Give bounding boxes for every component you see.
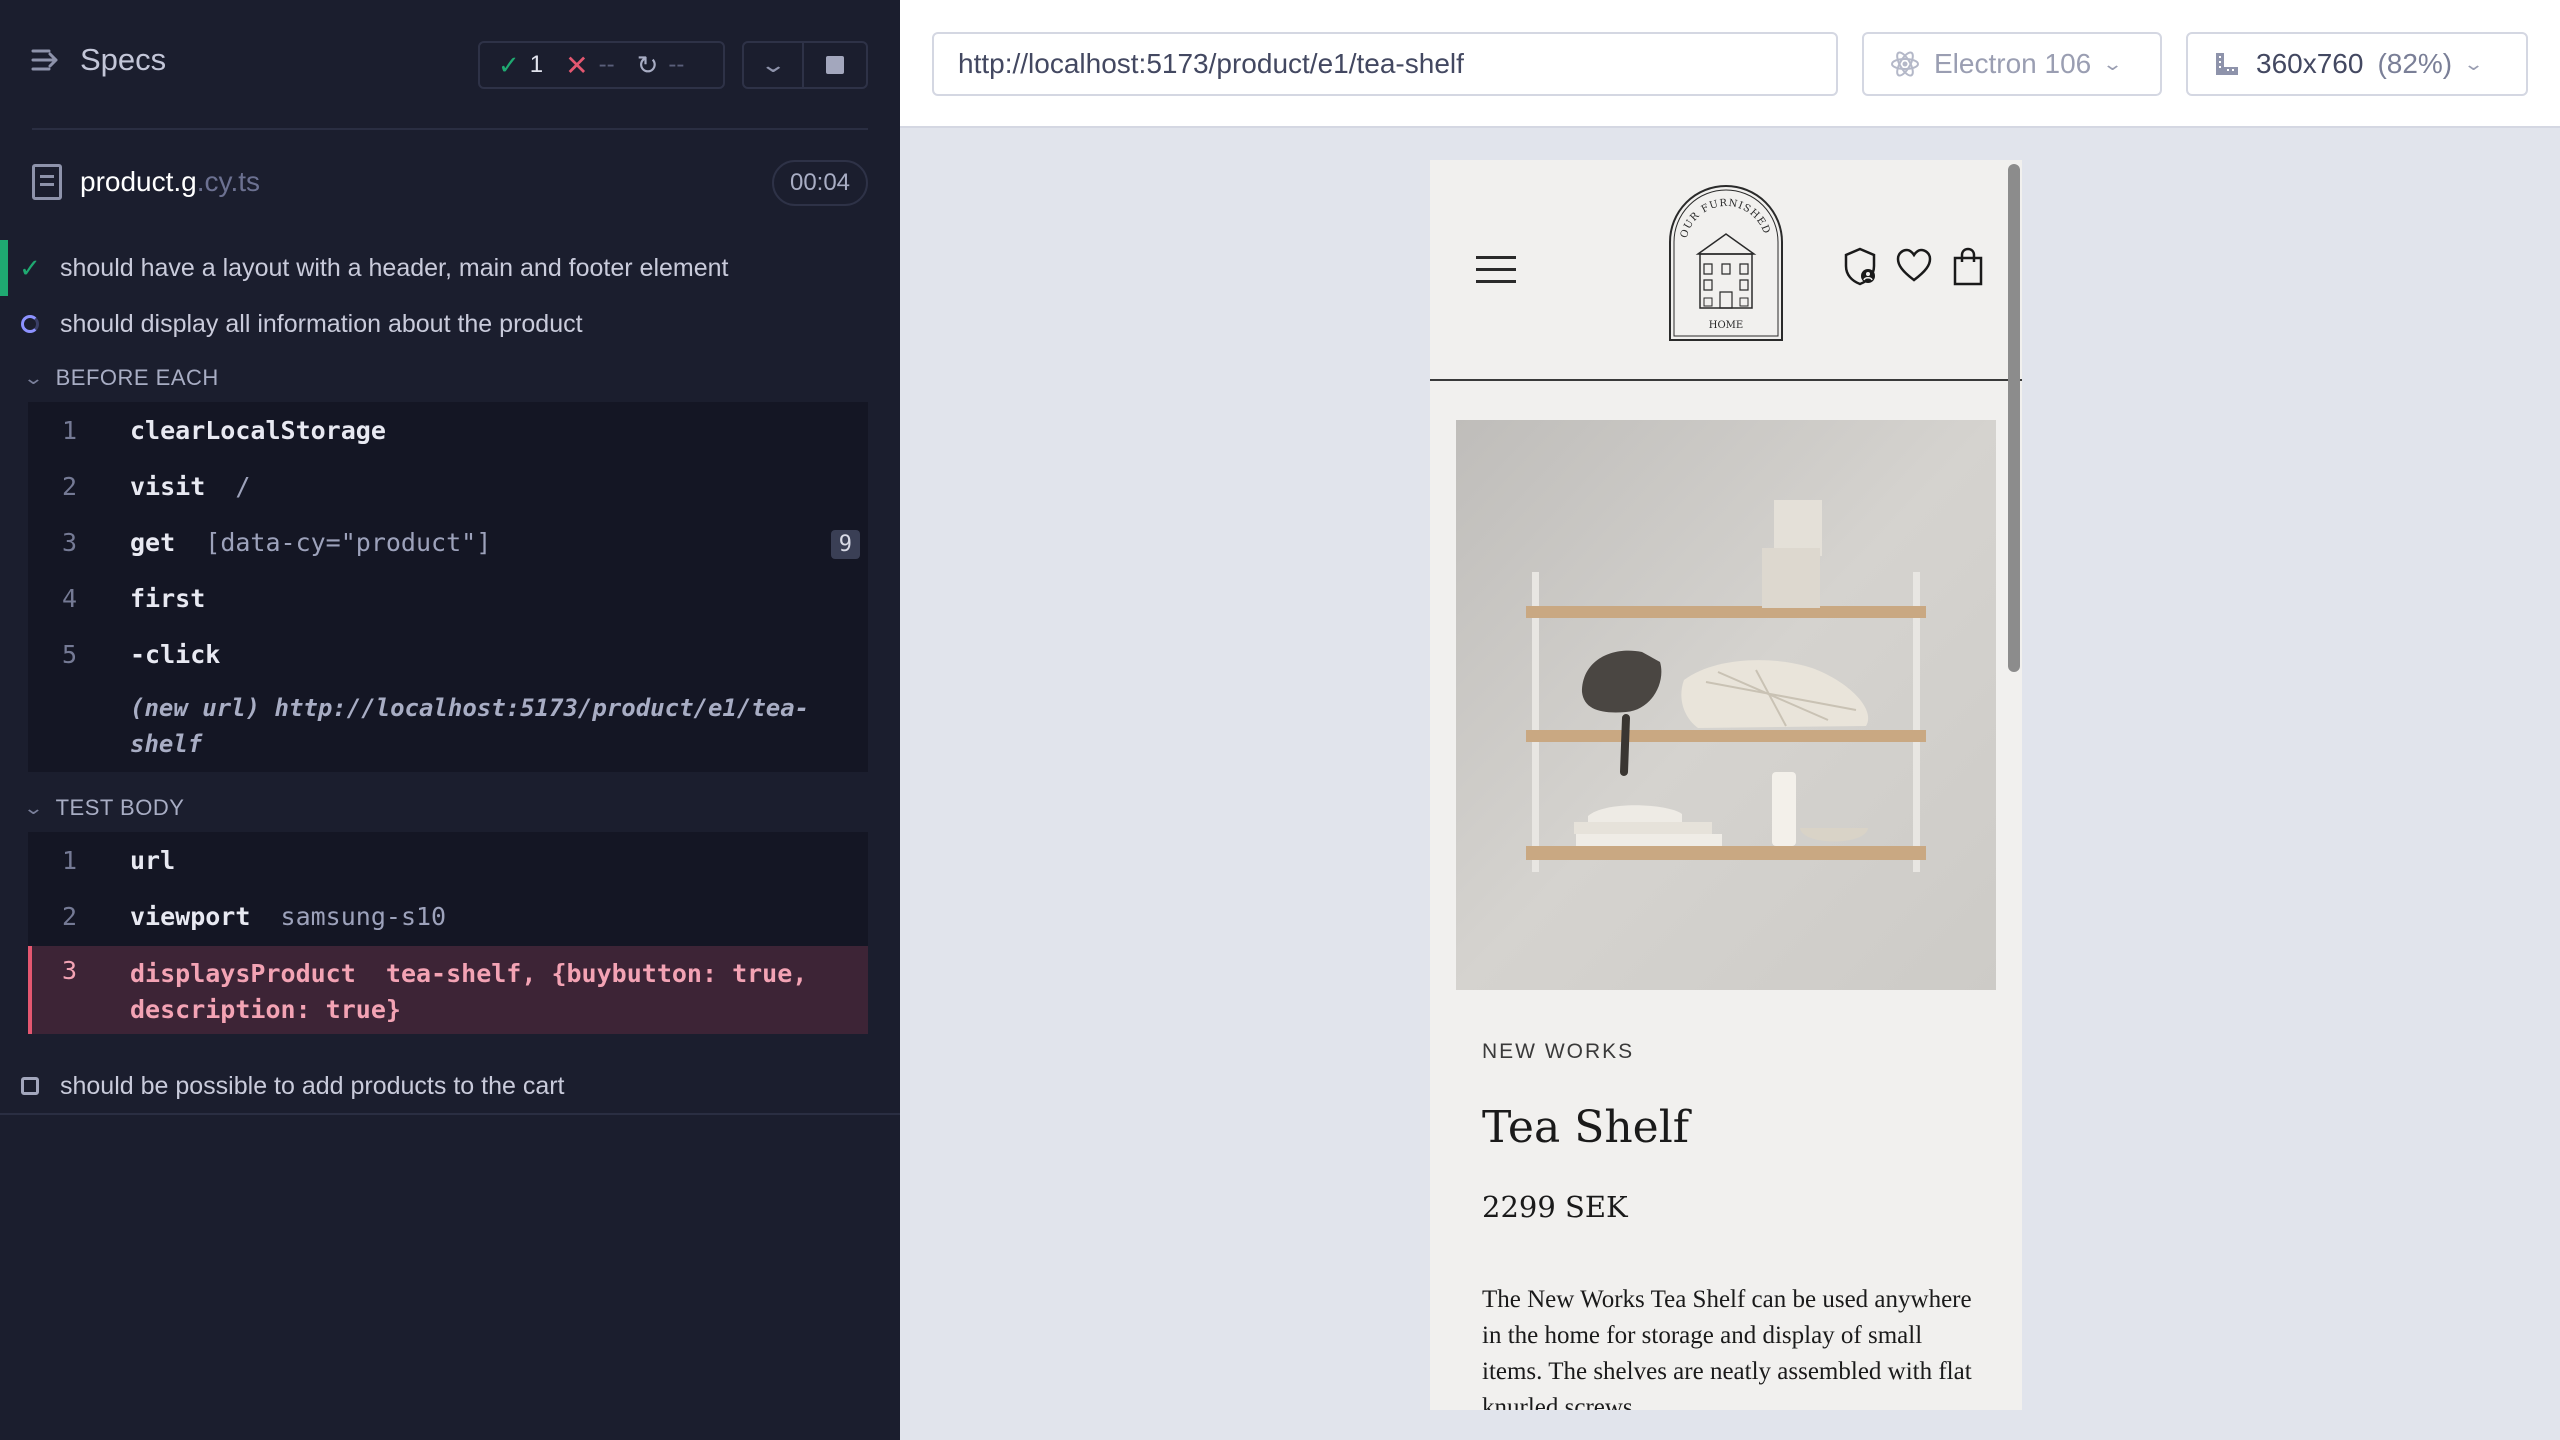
specs-list-icon: [31, 49, 58, 71]
product-image: [1456, 420, 1996, 990]
house-logo-icon: OUR FURNISHED HOME: [1669, 185, 1783, 341]
header-icons: [1842, 246, 1986, 286]
product-category: NEW WORKS: [1482, 1040, 1635, 1063]
before-each-commands: 1 clearLocalStorage 2 visit / 3 get [dat…: [28, 402, 868, 772]
scrollbar[interactable]: [2008, 164, 2020, 672]
chevron-down-icon: ⌄: [759, 52, 787, 77]
browser-selector[interactable]: Electron 106 ⌄: [1862, 32, 2162, 96]
site-logo[interactable]: OUR FURNISHED HOME: [1668, 184, 1784, 342]
check-icon: ✓: [19, 252, 41, 283]
pending-count: --: [668, 51, 685, 78]
pending-icon: [21, 1077, 39, 1095]
electron-icon: [1891, 51, 1919, 77]
duration-badge: 00:04: [772, 160, 868, 206]
stop-button[interactable]: [804, 41, 868, 89]
reporter-divider: [0, 1113, 900, 1115]
viewport-selector[interactable]: 360x760 (82%) ⌄: [2186, 32, 2528, 96]
running-icon: [21, 315, 39, 333]
test-body-header[interactable]: ⌄ TEST BODY: [22, 790, 184, 826]
app-viewport: OUR FURNISHED HOME NEW WORKS Tea Shelf 2…: [1430, 160, 2022, 1410]
reporter-panel: Specs ✓ 1 ✕ -- ↻ -- ⌄ product.g.cy.ts 00…: [0, 0, 900, 1440]
stats-summary: ✓ 1 ✕ -- ↻ --: [478, 41, 725, 89]
header-divider: [32, 128, 868, 130]
chevron-down-icon: ⌄: [22, 797, 45, 818]
chevron-down-icon: ⌄: [2463, 53, 2485, 74]
document-icon: [32, 164, 62, 200]
spec-file-name: product.g.cy.ts: [80, 166, 261, 197]
before-each-header[interactable]: ⌄ BEFORE EACH: [22, 360, 219, 396]
product-price: 2299 SEK: [1482, 1190, 1628, 1224]
test-title: should have a layout with a header, main…: [60, 253, 729, 282]
expand-toggle-button[interactable]: ⌄: [742, 41, 804, 89]
test-row-pending[interactable]: should be possible to add products to th…: [0, 1058, 900, 1114]
test-title: should display all information about the…: [60, 309, 583, 338]
command-row-failed[interactable]: 3 displaysProduct tea-shelf, {buybutton:…: [28, 946, 868, 1034]
site-header: OUR FURNISHED HOME: [1430, 160, 2022, 381]
chevron-down-icon: ⌄: [22, 367, 45, 388]
specs-title: Specs: [80, 42, 167, 77]
test-title: should be possible to add products to th…: [60, 1071, 565, 1100]
product-title: Tea Shelf: [1482, 1102, 1690, 1153]
spec-file-row[interactable]: product.g.cy.ts 00:04: [0, 150, 900, 216]
test-row-passed[interactable]: ✓ should have a layout with a header, ma…: [0, 240, 900, 296]
viewport-zoom: (82%): [2377, 48, 2453, 79]
x-icon: ✕: [565, 49, 589, 81]
aut-header: http://localhost:5173/product/e1/tea-she…: [900, 0, 2560, 128]
ruler-icon: [2216, 53, 2238, 75]
svg-text:OUR FURNISHED: OUR FURNISHED: [1679, 198, 1772, 240]
test-body-commands: 1 url 2 viewport samsung-s10 3 displaysP…: [28, 832, 868, 1034]
aut-url-field[interactable]: http://localhost:5173/product/e1/tea-she…: [932, 32, 1838, 96]
reporter-header: Specs ✓ 1 ✕ -- ↻ -- ⌄: [0, 0, 900, 130]
test-row-running[interactable]: should display all information about the…: [0, 296, 900, 352]
failed-stat: ✕ --: [565, 49, 614, 82]
failed-count: --: [598, 51, 615, 78]
check-icon: ✓: [498, 49, 520, 80]
viewport-size: 360x760: [2256, 48, 2364, 79]
chevron-down-icon: ⌄: [2102, 53, 2124, 74]
svg-text:HOME: HOME: [1709, 320, 1743, 331]
command-row[interactable]: 3 get [data-cy="product"] 9: [28, 528, 868, 568]
product-description: The New Works Tea Shelf can be used anyw…: [1482, 1286, 1972, 1410]
specs-toggle[interactable]: Specs: [30, 42, 166, 78]
hamburger-menu-icon[interactable]: [1476, 256, 1516, 284]
new-url-event[interactable]: (new url) http://localhost:5173/product/…: [130, 690, 850, 762]
passed-count: 1: [529, 51, 544, 78]
shield-account-icon[interactable]: [1842, 246, 1878, 286]
pending-stat: ↻ --: [637, 50, 685, 81]
element-count-badge: 9: [830, 530, 860, 559]
passed-stat: ✓ 1: [498, 50, 543, 81]
stop-icon: [826, 56, 844, 74]
spinner-icon: ↻: [636, 49, 659, 80]
aut-panel: http://localhost:5173/product/e1/tea-she…: [900, 0, 2560, 1440]
browser-label: Electron 106: [1934, 48, 2092, 79]
shopping-bag-icon[interactable]: [1950, 246, 1986, 286]
heart-icon[interactable]: [1896, 246, 1932, 286]
pass-indicator: [0, 240, 8, 296]
